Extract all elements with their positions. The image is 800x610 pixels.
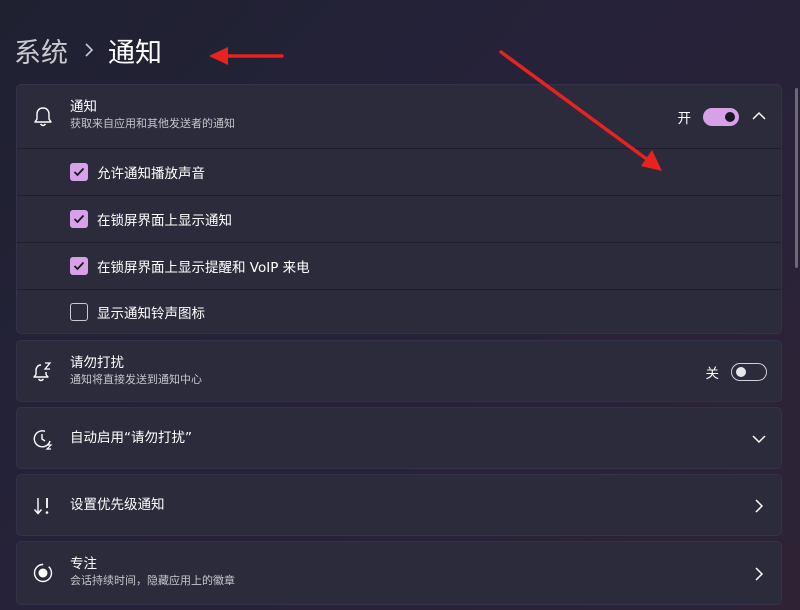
option-label: 显示通知铃声图标 xyxy=(97,306,205,322)
vertical-scrollbar[interactable] xyxy=(795,88,798,268)
checkbox-checked[interactable] xyxy=(70,163,88,181)
auto-dnd-title: 自动启用“请勿打扰” xyxy=(70,430,192,446)
notifications-toggle[interactable] xyxy=(703,108,739,126)
chevron-up-icon[interactable] xyxy=(751,108,767,124)
priority-title: 设置优先级通知 xyxy=(70,497,165,513)
notifications-header[interactable]: 通知 获取来自应用和其他发送者的通知 开 xyxy=(17,85,781,148)
checkbox-checked[interactable] xyxy=(70,257,88,275)
dnd-toggle-label: 关 xyxy=(705,366,720,382)
priority-card[interactable]: 设置优先级通知 xyxy=(16,474,782,536)
option-label: 在锁屏界面上显示通知 xyxy=(97,213,232,229)
priority-sort-icon xyxy=(31,494,55,518)
focus-text: 专注 会话持续时间，隐藏应用上的徽章 xyxy=(70,555,235,589)
option-label: 允许通知播放声音 xyxy=(97,166,205,182)
option-lockscreen-notifications[interactable]: 在锁屏界面上显示通知 xyxy=(17,196,781,242)
chevron-down-icon[interactable] xyxy=(751,431,767,447)
dnd-toggle-group: 关 xyxy=(705,362,767,382)
breadcrumb-parent-system[interactable]: 系统 xyxy=(14,31,68,70)
breadcrumb-chevron-icon xyxy=(84,43,94,57)
focus-title: 专注 xyxy=(70,556,97,572)
option-show-bell-icon[interactable]: 显示通知铃声图标 xyxy=(17,290,781,335)
checkbox-checked[interactable] xyxy=(70,210,88,228)
notifications-text: 通知 获取来自应用和其他发送者的通知 xyxy=(70,98,235,132)
option-lockscreen-reminders-voip[interactable]: 在锁屏界面上显示提醒和 VoIP 来电 xyxy=(17,243,781,289)
breadcrumb: 系统 通知 xyxy=(14,30,162,70)
bell-snooze-icon xyxy=(31,360,55,384)
notifications-toggle-group: 开 xyxy=(677,107,739,127)
notifications-card: 通知 获取来自应用和其他发送者的通知 开 允许通知播放声音 在锁屏界面上显示通知… xyxy=(16,84,782,334)
page-title: 通知 xyxy=(108,37,162,69)
dnd-title: 请勿打扰 xyxy=(70,355,124,371)
auto-dnd-card[interactable]: 自动启用“请勿打扰” xyxy=(16,407,782,469)
chevron-right-icon[interactable] xyxy=(751,498,767,514)
bell-icon xyxy=(31,105,55,129)
dnd-card[interactable]: 请勿打扰 通知将直接发送到通知中心 关 xyxy=(16,340,782,402)
option-allow-sound[interactable]: 允许通知播放声音 xyxy=(17,149,781,195)
focus-card[interactable]: 专注 会话持续时间，隐藏应用上的徽章 xyxy=(16,541,782,605)
dnd-text: 请勿打扰 通知将直接发送到通知中心 xyxy=(70,354,202,388)
focus-subtitle: 会话持续时间，隐藏应用上的徽章 xyxy=(70,574,235,587)
dnd-subtitle: 通知将直接发送到通知中心 xyxy=(70,373,202,386)
notifications-title: 通知 xyxy=(70,99,97,115)
toggle-knob xyxy=(725,112,735,122)
checkbox-unchecked[interactable] xyxy=(70,303,88,321)
notifications-toggle-label: 开 xyxy=(677,111,692,127)
toggle-knob xyxy=(736,367,746,377)
dnd-toggle[interactable] xyxy=(731,363,767,381)
focus-icon xyxy=(31,561,55,585)
notifications-subtitle: 获取来自应用和其他发送者的通知 xyxy=(70,117,235,130)
clock-icon xyxy=(31,427,55,451)
chevron-right-icon[interactable] xyxy=(751,566,767,582)
option-label: 在锁屏界面上显示提醒和 VoIP 来电 xyxy=(97,260,310,276)
red-arrow-left-icon xyxy=(209,47,284,65)
